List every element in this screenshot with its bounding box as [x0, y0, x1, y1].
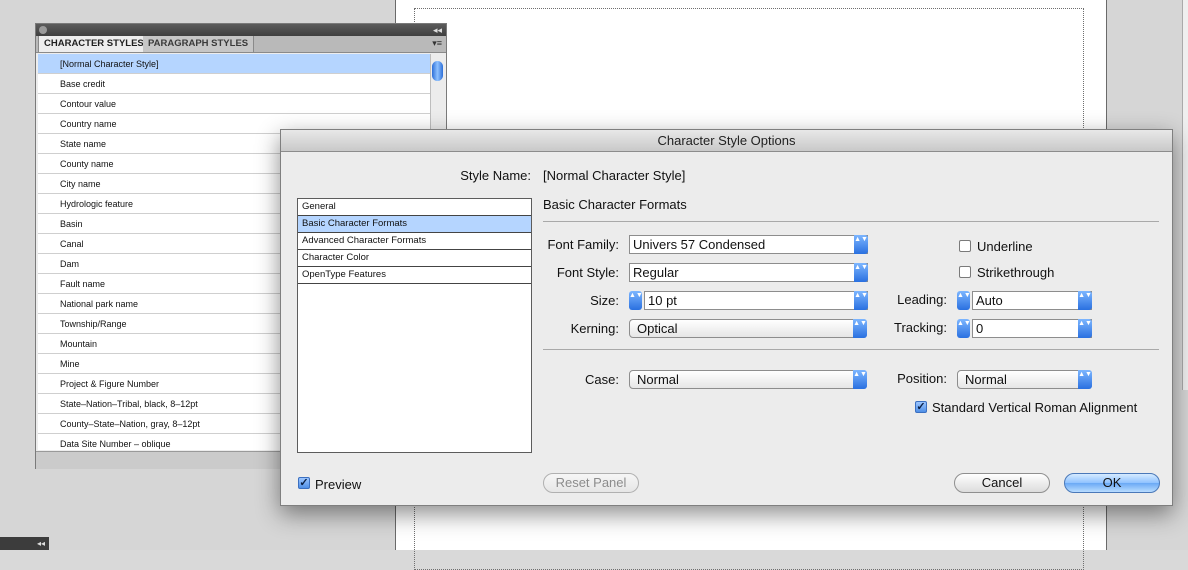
- tracking-stepper-icon[interactable]: ▲▼: [957, 319, 971, 338]
- size-value: 10 pt: [648, 293, 677, 308]
- underline-checkbox[interactable]: [959, 240, 971, 252]
- right-panel-edge: [1182, 0, 1188, 390]
- section-divider-2: [543, 349, 1159, 350]
- section-title: Basic Character Formats: [543, 197, 687, 212]
- position-select[interactable]: Normal ▲▼: [957, 370, 1092, 389]
- style-item[interactable]: [Normal Character Style]: [38, 54, 430, 74]
- position-label: Position:: [897, 371, 947, 386]
- panel-close-icon[interactable]: [39, 26, 47, 34]
- reset-panel-button[interactable]: Reset Panel: [543, 473, 639, 493]
- section-divider: [543, 221, 1159, 222]
- leading-value: Auto: [976, 293, 1003, 308]
- tab-character-styles[interactable]: CHARACTER STYLES: [38, 36, 150, 52]
- tab-paragraph-styles[interactable]: PARAGRAPH STYLES: [143, 36, 255, 52]
- case-select[interactable]: Normal ▲▼: [629, 370, 867, 389]
- vertical-roman-checkbox[interactable]: ✓: [915, 401, 927, 413]
- position-value: Normal: [965, 372, 1007, 387]
- size-label: Size:: [590, 293, 619, 308]
- font-family-label: Font Family:: [547, 237, 619, 252]
- font-style-value: Regular: [633, 265, 679, 280]
- kerning-select[interactable]: Optical ▲▼: [629, 319, 867, 338]
- panel-menu-icon[interactable]: ▾≡: [432, 38, 442, 49]
- font-style-field[interactable]: Regular ▲▼: [629, 263, 868, 282]
- style-item[interactable]: Contour value: [38, 94, 430, 114]
- tracking-label: Tracking:: [894, 320, 947, 335]
- kerning-value: Optical: [637, 321, 678, 336]
- panel-tabs: CHARACTER STYLES PARAGRAPH STYLES ▾≡: [36, 36, 446, 53]
- case-label: Case:: [585, 372, 619, 387]
- size-stepper-icon[interactable]: ▲▼: [629, 291, 643, 310]
- font-family-dropdown-icon[interactable]: ▲▼: [854, 235, 868, 254]
- case-value: Normal: [637, 372, 679, 387]
- tracking-dropdown-icon[interactable]: ▲▼: [1078, 319, 1092, 338]
- style-item[interactable]: Base credit: [38, 74, 430, 94]
- collapsed-panel-tab[interactable]: ◂◂: [0, 537, 49, 550]
- leading-label: Leading:: [897, 292, 947, 307]
- category-item-character-color[interactable]: Character Color: [298, 250, 531, 267]
- strikethrough-label: Strikethrough: [977, 265, 1055, 280]
- preview-checkbox[interactable]: ✓: [298, 477, 310, 489]
- tracking-field[interactable]: 0 ▲▼: [972, 319, 1092, 338]
- ok-button[interactable]: OK: [1064, 473, 1160, 493]
- dialog-title: Character Style Options: [281, 130, 1172, 152]
- category-item-opentype-features[interactable]: OpenType Features: [298, 267, 531, 284]
- character-style-options-dialog: Character Style Options Style Name: [Nor…: [280, 129, 1173, 506]
- position-dropdown-icon[interactable]: ▲▼: [1078, 370, 1092, 389]
- font-style-label: Font Style:: [556, 265, 619, 280]
- leading-dropdown-icon[interactable]: ▲▼: [1078, 291, 1092, 310]
- cancel-button[interactable]: Cancel: [954, 473, 1050, 493]
- style-name-label: Style Name:: [460, 168, 531, 183]
- strikethrough-checkbox[interactable]: [959, 266, 971, 278]
- leading-stepper-icon[interactable]: ▲▼: [957, 291, 971, 310]
- category-item-basic-character-formats[interactable]: Basic Character Formats: [298, 216, 531, 233]
- category-list: General Basic Character Formats Advanced…: [297, 198, 532, 453]
- category-item-advanced-character-formats[interactable]: Advanced Character Formats: [298, 233, 531, 250]
- kerning-label: Kerning:: [570, 321, 619, 336]
- underline-label: Underline: [977, 239, 1033, 254]
- collapse-icon[interactable]: ◂◂: [433, 24, 442, 36]
- category-item-general[interactable]: General: [298, 199, 531, 216]
- size-field[interactable]: 10 pt ▲▼: [644, 291, 868, 310]
- style-name-value: [Normal Character Style]: [543, 168, 686, 183]
- leading-field[interactable]: Auto ▲▼: [972, 291, 1092, 310]
- vertical-roman-label: Standard Vertical Roman Alignment: [932, 400, 1138, 415]
- panel-titlebar: ◂◂: [36, 24, 446, 36]
- scroll-thumb[interactable]: [432, 61, 443, 81]
- preview-label: Preview: [315, 477, 362, 492]
- font-family-field[interactable]: Univers 57 Condensed ▲▼: [629, 235, 868, 254]
- font-style-dropdown-icon[interactable]: ▲▼: [854, 263, 868, 282]
- font-family-value: Univers 57 Condensed: [633, 237, 766, 252]
- tracking-value: 0: [976, 321, 984, 336]
